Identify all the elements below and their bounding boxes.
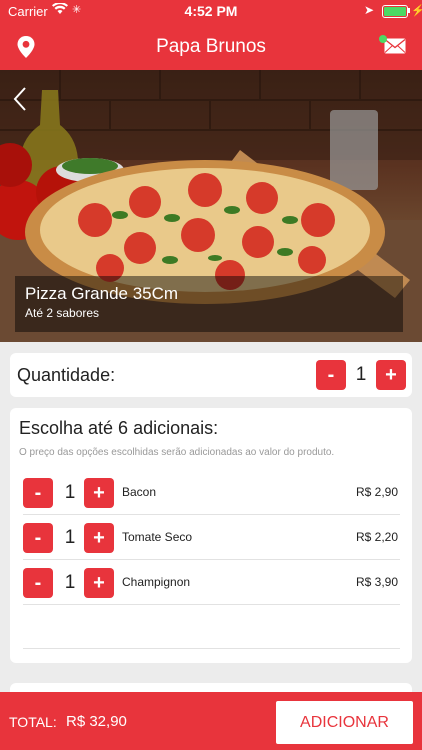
charging-icon: ⚡ xyxy=(411,5,422,17)
location-arrow-icon: ➤ xyxy=(364,3,375,17)
addons-title: Escolha até 6 adicionais: xyxy=(19,418,219,438)
addon-name: Bacon xyxy=(122,485,157,499)
addon-plus-button[interactable]: + xyxy=(84,478,114,508)
addon-row: - 1 + Champignon R$ 3,90 xyxy=(23,560,400,605)
addon-plus-button[interactable]: + xyxy=(84,523,114,553)
mail-icon[interactable] xyxy=(384,38,406,59)
quantity-card: Quantidade: - 1 + xyxy=(10,353,412,397)
addons-card: Escolha até 6 adicionais: O preço das op… xyxy=(10,408,412,663)
product-name: Pizza Grande 35Cm xyxy=(25,284,179,303)
addon-quantity: 1 xyxy=(64,482,76,503)
add-to-cart-button[interactable]: ADICIONAR xyxy=(276,701,413,744)
addon-row: - 1 + Bacon R$ 2,90 xyxy=(23,470,400,515)
total-label: TOTAL: xyxy=(9,714,57,730)
battery-icon xyxy=(382,5,408,18)
addon-row: - 1 + Tomate Seco R$ 2,20 xyxy=(23,515,400,560)
addon-minus-button[interactable]: - xyxy=(23,568,53,598)
nav-bar: Papa Brunos xyxy=(0,22,422,70)
page-title: Papa Brunos xyxy=(156,36,266,57)
quantity-plus-button[interactable]: + xyxy=(376,360,406,390)
addon-minus-button[interactable]: - xyxy=(23,523,53,553)
addon-price: R$ 2,20 xyxy=(355,530,398,544)
addons-note: O preço das opções escolhidas serão adic… xyxy=(19,447,335,458)
addon-minus-button[interactable]: - xyxy=(23,478,53,508)
addon-quantity: 1 xyxy=(64,527,76,548)
addon-plus-button[interactable]: + xyxy=(84,568,114,598)
quantity-label: Quantidade: xyxy=(17,365,116,385)
addon-quantity: 1 xyxy=(64,572,76,593)
bottom-bar: TOTAL: R$ 32,90 ADICIONAR xyxy=(0,692,422,750)
product-image: Pizza Grande 35Cm Até 2 sabores xyxy=(0,70,422,342)
total-value: R$ 32,90 xyxy=(66,713,127,730)
quantity-value: 1 xyxy=(355,364,367,385)
addon-price: R$ 2,90 xyxy=(355,485,398,499)
addon-name: Champignon xyxy=(122,575,191,589)
product-subtitle: Até 2 sabores xyxy=(25,306,100,320)
addon-price: R$ 3,90 xyxy=(355,575,398,589)
status-bar: Carrier ✳ 4:52 PM ➤ ⚡ xyxy=(0,0,422,22)
product-caption: Pizza Grande 35Cm Até 2 sabores xyxy=(15,276,403,332)
notification-dot xyxy=(379,35,387,43)
divider xyxy=(23,648,400,649)
battery-tip xyxy=(408,8,410,13)
addon-name: Tomate Seco xyxy=(122,530,193,544)
clock: 4:52 PM xyxy=(184,3,238,19)
quantity-minus-button[interactable]: - xyxy=(316,360,346,390)
